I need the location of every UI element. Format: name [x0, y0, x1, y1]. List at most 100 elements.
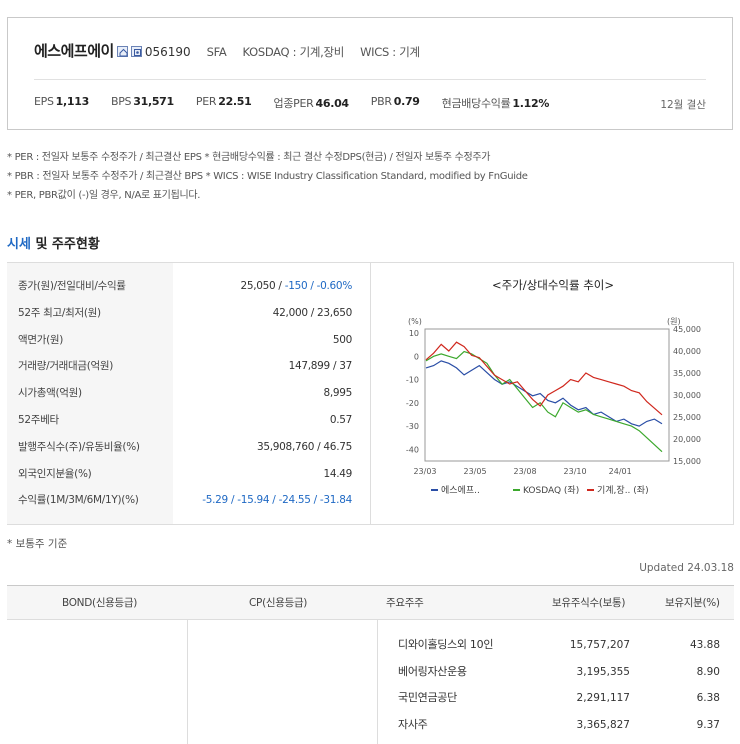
- holder-row: 자사주 3,365,827 9.37: [390, 712, 734, 738]
- chart-canvas: (%) (원)100-10-20-30-4045,00040,00035,0003…: [406, 317, 701, 496]
- y-left-tick-label: -20: [406, 399, 419, 408]
- header-divider: [34, 79, 706, 80]
- price-value-text: 8,995: [323, 387, 352, 400]
- stock-code: 056190: [144, 45, 191, 59]
- price-row: 발행주식수(주)/유동비율(%) 35,908,760 / 46.75: [7, 433, 370, 460]
- stat-value: 22.51: [218, 95, 252, 108]
- price-row-value: 8,995: [323, 380, 352, 406]
- price-table: 종가(원)/전일대비/수익률 25,050 / -150 / -0.60% 52주 …: [7, 262, 370, 525]
- column-divider: [187, 620, 188, 744]
- holder-row: 베어링자산운용 3,195,355 8.90: [390, 659, 734, 685]
- stat-value: 31,571: [133, 95, 174, 108]
- price-row-value: 500: [333, 327, 352, 353]
- stat-label: EPS: [34, 95, 54, 108]
- legend-label: KOSDAQ (좌): [523, 485, 579, 496]
- holder-header: 주요주주: [386, 597, 424, 609]
- holder-name: 베어링자산운용: [398, 664, 467, 678]
- stat-item: BPS 31,571: [111, 95, 174, 111]
- stat-item: 업종PER 46.04: [273, 95, 350, 111]
- holder-ratio: 8.90: [696, 665, 720, 678]
- stat-label: 현금배당수익률: [441, 97, 511, 110]
- home-icon[interactable]: [116, 46, 128, 57]
- price-row: 52주베타 0.57: [7, 407, 370, 433]
- section-title-rest: 및 주주현황: [30, 237, 100, 252]
- y-right-tick-label: 20,000: [673, 435, 701, 444]
- stat-value: 0.79: [393, 95, 420, 108]
- legend-label: 에스에프..: [441, 485, 480, 496]
- updated-date: Updated 24.03.18: [639, 562, 734, 574]
- column-divider: [377, 620, 378, 744]
- stat-value: 1,113: [55, 95, 90, 108]
- stat-label: 업종PER: [273, 97, 314, 110]
- plot-frame: [424, 328, 670, 462]
- stat-item: PBR 0.79: [371, 95, 420, 111]
- y-left-tick-label: 10: [409, 329, 419, 338]
- x-tick-label: 23/10: [564, 467, 587, 476]
- price-row-label: 발행주식수(주)/유동비율(%): [7, 433, 173, 460]
- price-row-label: 52주 최고/최저(원): [7, 299, 173, 326]
- shares-header: 보유주식수(보통): [552, 597, 626, 609]
- price-value-text: 500: [332, 333, 352, 346]
- stat-label: BPS: [110, 95, 132, 108]
- holder-name: 자사주: [398, 717, 428, 731]
- stat-value: 1.12%: [512, 97, 550, 110]
- price-value-change: -5.29 / -15.94 / -24.55 / -31.84: [202, 494, 352, 507]
- x-tick-label: 24/01: [609, 467, 632, 476]
- series-line: [425, 360, 663, 427]
- company-title-row: 에스에프에이 056190 SFA KOSDAQ : 기계,장비 WICS : …: [34, 40, 420, 61]
- x-tick-label: 23/05: [463, 467, 486, 476]
- definition-notes: * PER : 전일자 보통주 수정주가 / 최근결산 EPS * 현금배당수익…: [7, 148, 528, 205]
- left-unit-label: (%): [408, 317, 422, 326]
- stat-item: PER 22.51: [196, 95, 252, 111]
- price-row-label: 수익률(1M/3M/6M/1Y)(%): [7, 487, 173, 514]
- price-row-label: 52주베타: [7, 407, 173, 433]
- holder-ratio: 43.88: [689, 639, 720, 651]
- note-line: * PER, PBR값이 (-)일 경우, N/A로 표기됩니다.: [7, 190, 201, 201]
- holder-ratio: 9.37: [696, 718, 720, 731]
- price-row-value: 42,000 / 23,650: [272, 300, 353, 326]
- legend-label: 기계,장.. (좌): [597, 484, 649, 496]
- y-left-tick-label: -30: [406, 422, 419, 431]
- market-sector: KOSDAQ : 기계,장비: [242, 45, 345, 59]
- price-value-text: 42,000 / 23,650: [272, 306, 353, 319]
- ratio-header: 보유지분(%): [665, 597, 720, 609]
- stat-label: PBR: [370, 95, 392, 108]
- price-row: 종가(원)/전일대비/수익률 25,050 / -150 / -0.60%: [7, 273, 370, 299]
- y-right-tick-label: 35,000: [673, 369, 701, 378]
- holder-shares: 3,365,827: [576, 718, 630, 731]
- y-left-tick-label: -10: [406, 376, 419, 385]
- section-title-accent: 시세: [7, 237, 31, 252]
- price-value-text: 147,899 / 37: [288, 360, 353, 373]
- price-row: 액면가(원) 500: [7, 326, 370, 353]
- y-right-tick-label: 15,000: [673, 457, 701, 466]
- price-row-value: 25,050 / -150 / -0.60%: [240, 273, 352, 299]
- stat-item: 현금배당수익률 1.12%: [441, 95, 550, 111]
- price-row-label: 시가총액(억원): [7, 380, 173, 407]
- y-right-tick-label: 30,000: [673, 391, 701, 400]
- settlement-month: 12월 결산: [660, 99, 706, 111]
- price-row: 거래량/거래대금(억원) 147,899 / 37: [7, 353, 370, 380]
- price-row-label: 액면가(원): [7, 326, 173, 353]
- holder-row: 국민연금공단 2,291,117 6.38: [390, 685, 734, 711]
- price-value-text: 0.57: [329, 414, 352, 426]
- y-left-tick-label: -40: [406, 445, 419, 454]
- price-row: 52주 최고/최저(원) 42,000 / 23,650: [7, 299, 370, 326]
- report-icon[interactable]: [130, 46, 142, 57]
- price-row-label: 거래량/거래대금(억원): [7, 353, 173, 380]
- y-right-tick-label: 25,000: [673, 413, 701, 422]
- x-tick-label: 23/08: [514, 467, 537, 476]
- holder-name: 국민연금공단: [398, 691, 457, 704]
- price-value-change: -150 / -0.60%: [284, 280, 353, 292]
- note-line: * PER : 전일자 보통주 수정주가 / 최근결산 EPS * 현금배당수익…: [7, 152, 491, 163]
- shareholder-table: BOND(신용등급) CP(신용등급) 주요주주 보유주식수(보통) 보유지분(…: [7, 585, 734, 744]
- price-row-label: 종가(원)/전일대비/수익률: [7, 273, 173, 299]
- series-line: [425, 341, 663, 416]
- y-right-tick-label: 40,000: [673, 347, 701, 356]
- price-row-value: 35,908,760 / 46.75: [257, 434, 352, 460]
- price-row: 외국인지분율(%) 14.49: [7, 460, 370, 487]
- price-row-value: -5.29 / -15.94 / -24.55 / -31.84: [202, 487, 352, 513]
- company-header: 에스에프에이 056190 SFA KOSDAQ : 기계,장비 WICS : …: [7, 17, 733, 130]
- common-stock-note: * 보통주 기준: [7, 538, 68, 550]
- holder-shares: 2,291,117: [576, 692, 630, 704]
- price-row: 수익률(1M/3M/6M/1Y)(%) -5.29 / -15.94 / -24.…: [7, 487, 370, 514]
